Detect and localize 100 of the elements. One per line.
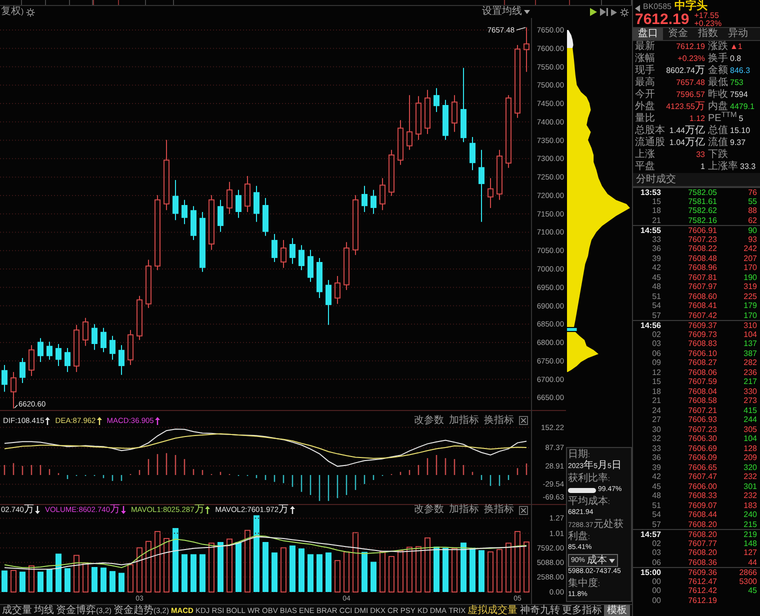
candle xyxy=(524,26,530,72)
candle xyxy=(100,327,106,353)
trade-time: 14:56 xyxy=(640,320,661,330)
trade-volume: 236 xyxy=(742,368,758,377)
trade-time: 54 xyxy=(651,510,661,520)
field-label: 今开 xyxy=(635,89,655,101)
settings-icon[interactable] xyxy=(620,8,629,16)
field-value: 7596.57 xyxy=(676,89,705,101)
indicator-tab[interactable]: 虚拟成交量 xyxy=(468,605,518,616)
trade-price: 7607.23 xyxy=(687,424,717,434)
trade-price: 7607.59 xyxy=(687,377,717,386)
trade-price: 7608.41 xyxy=(687,301,717,310)
trade-volume: 170 xyxy=(742,310,758,320)
panel-tab[interactable]: 指数 xyxy=(693,28,723,40)
volume-bar xyxy=(200,554,206,592)
volume-bar xyxy=(280,547,286,592)
panel-tab[interactable]: 异动 xyxy=(723,28,753,40)
candle xyxy=(434,88,440,112)
volume-bar xyxy=(272,552,278,592)
volume-bar xyxy=(416,546,422,592)
trade-volume: 330 xyxy=(742,386,758,396)
panel-button[interactable]: 加指标 xyxy=(449,505,479,515)
candle xyxy=(74,324,80,372)
trade-price: 7609.37 xyxy=(687,320,717,330)
volume-bar xyxy=(190,554,196,592)
trade-price: 7607.77 xyxy=(687,538,717,548)
candle xyxy=(388,149,394,196)
indicator-tab[interactable]: 神奇九转 xyxy=(520,605,560,616)
close-icon xyxy=(521,418,526,423)
trade-price: 7608.44 xyxy=(687,510,717,520)
settings-icon[interactable] xyxy=(26,8,35,16)
candle xyxy=(226,181,232,214)
close-button[interactable] xyxy=(519,506,528,514)
volume-bar xyxy=(524,542,530,592)
candle xyxy=(424,89,430,135)
trade-time: 18 xyxy=(651,206,661,216)
panel-button[interactable]: 加指标 xyxy=(449,416,479,426)
volume-bar xyxy=(118,572,124,592)
field-value: 753 xyxy=(730,77,744,89)
field-value: 1.12 xyxy=(689,113,705,125)
ma-settings-button[interactable]: 设置均线 xyxy=(482,6,530,18)
field-value: 7657.48 xyxy=(676,77,705,89)
trade-price: 7608.06 xyxy=(687,368,717,377)
candle xyxy=(218,199,224,232)
trade-price: 7608.96 xyxy=(687,263,717,272)
trade-price: 7606.00 xyxy=(687,482,717,491)
trade-price: 7609.36 xyxy=(687,568,717,577)
field-value: 8602.74万 xyxy=(666,65,705,77)
trade-volume: 45 xyxy=(747,586,758,596)
volume-bar xyxy=(100,568,106,592)
trade-volume: 240 xyxy=(742,510,758,520)
step-forward-icon[interactable] xyxy=(600,8,608,16)
trade-volume: 183 xyxy=(742,500,758,510)
trade-volume: 217 xyxy=(742,377,758,386)
volume-bar xyxy=(226,538,232,592)
trade-price: 7606.91 xyxy=(687,226,717,235)
trade-volume: 88 xyxy=(747,206,758,216)
trade-time: 03 xyxy=(651,339,661,348)
candle xyxy=(272,234,278,262)
play-icon[interactable] xyxy=(611,8,617,16)
price-change: +17.55 xyxy=(694,12,720,20)
indicator-tab[interactable]: 模板 xyxy=(604,605,630,616)
field-value: 33.3 xyxy=(740,161,756,173)
volume-bar xyxy=(398,550,404,592)
panel-button[interactable]: 换指标 xyxy=(484,505,514,515)
trade-price: 7608.20 xyxy=(687,520,717,529)
trade-volume: 310 xyxy=(742,320,758,330)
candle xyxy=(64,348,70,372)
trade-volume: 2866 xyxy=(738,568,758,577)
close-button[interactable] xyxy=(519,416,528,425)
candle xyxy=(236,189,242,218)
trade-time: 32 xyxy=(651,434,661,444)
panel-button[interactable]: 改参数 xyxy=(414,416,444,426)
field-value: 0.8 xyxy=(730,53,742,65)
left-triangle-icon[interactable] xyxy=(635,5,640,12)
panel-tab[interactable]: 盘口 xyxy=(633,28,663,40)
trade-price: 7609.73 xyxy=(687,330,717,339)
candle xyxy=(244,175,250,212)
volume-bar xyxy=(506,542,512,592)
candle xyxy=(128,330,134,366)
candle xyxy=(110,335,116,360)
trade-price: 7606.10 xyxy=(687,348,717,358)
trade-price: 7607.21 xyxy=(687,406,717,415)
candle xyxy=(298,244,304,271)
trade-time: 00 xyxy=(651,596,661,605)
panel-tab[interactable]: 资金 xyxy=(663,28,693,40)
candle xyxy=(46,341,52,360)
indicator-tab[interactable]: 成交量 xyxy=(2,605,32,616)
volume-bar xyxy=(208,542,214,592)
candle xyxy=(352,194,358,256)
indicator-tab[interactable]: 均线 xyxy=(34,605,54,616)
play-icon[interactable] xyxy=(590,8,597,16)
volume-bar xyxy=(110,571,116,592)
panel-button[interactable]: 换指标 xyxy=(484,416,514,426)
volume-bar xyxy=(164,538,170,592)
volume-bar xyxy=(298,548,304,592)
panel-button[interactable]: 改参数 xyxy=(414,505,444,515)
indicator-tab[interactable]: 更多指标 xyxy=(562,605,602,616)
trade-price: 7608.22 xyxy=(687,244,717,254)
volume-bar xyxy=(370,562,376,592)
